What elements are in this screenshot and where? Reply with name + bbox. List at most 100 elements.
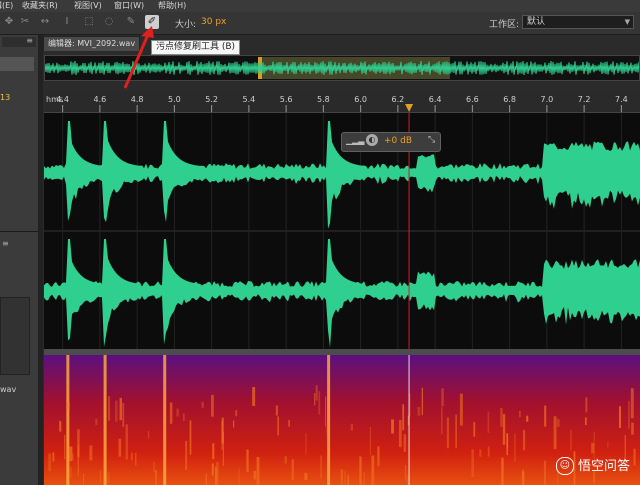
spectral-energy	[291, 459, 294, 480]
spectral-energy	[95, 418, 98, 426]
panel-search-field[interactable]	[0, 57, 34, 71]
spectral-energy	[502, 414, 506, 445]
spectral-energy	[585, 397, 588, 413]
overview-strip[interactable]	[44, 55, 640, 81]
ruler-tick-label: 6.4	[429, 95, 442, 104]
spectral-energy	[501, 457, 504, 485]
watermark-logo-icon: ☺	[555, 457, 574, 475]
spectral-energy	[210, 394, 214, 417]
move-tool-icon[interactable]: ✥	[2, 15, 16, 29]
spectral-energy	[152, 461, 156, 473]
ruler-tick-label: 7.2	[578, 95, 591, 104]
panel-collapse-icon[interactable]: ≡	[2, 239, 9, 248]
ruler-tick-label: 7.4	[615, 95, 628, 104]
ruler-tick-label: 4.8	[131, 95, 144, 104]
spectral-energy	[523, 429, 526, 451]
volume-meter-icon: ▁▂▃	[346, 136, 365, 145]
spectral-energy	[83, 473, 85, 485]
spectral-energy	[68, 466, 72, 478]
spectral-energy	[521, 471, 525, 485]
spectral-energy	[288, 419, 290, 427]
spectral-energy	[183, 413, 185, 422]
size-value[interactable]: 30 px	[201, 17, 226, 27]
spectral-energy	[326, 425, 328, 438]
spectral-energy	[232, 420, 235, 428]
spectral-energy	[253, 470, 257, 480]
volume-knob-icon[interactable]: ◐	[366, 134, 378, 146]
razor-tool-icon[interactable]: ✂	[18, 15, 32, 29]
spectral-energy	[519, 410, 521, 418]
file-item-name[interactable]: wav	[0, 385, 16, 394]
menu-window[interactable]: 窗口(W)	[114, 0, 144, 11]
spectral-energy	[131, 452, 133, 461]
volume-hud[interactable]: ▁▂▃ ◐ +0 dB ⤡	[341, 132, 441, 152]
spectral-energy	[506, 433, 509, 456]
spectral-energy	[67, 402, 70, 410]
spectral-energy	[421, 387, 423, 416]
panel-splitter[interactable]	[38, 35, 43, 485]
spectral-energy	[185, 440, 188, 470]
spectral-energy	[404, 464, 407, 481]
marquee-tool-icon[interactable]: ⬚	[82, 15, 96, 29]
spectral-transient	[66, 355, 70, 485]
spectral-energy	[212, 443, 215, 460]
spectral-energy	[471, 449, 474, 477]
chevron-down-icon: ▼	[624, 18, 630, 26]
workspace-value: 默认	[527, 17, 546, 27]
overview-waveform	[45, 57, 639, 79]
spectral-energy	[514, 433, 516, 462]
spectral-energy	[398, 420, 402, 448]
menu-help[interactable]: 帮助(H)	[158, 0, 186, 11]
time-selection-tool-icon[interactable]: I	[60, 15, 74, 29]
time-ruler[interactable]: hms 4.4 4.6 4.8 5.0 5.2 5.4 5.6 5.8 6.0 6.2 6.4 6.6…	[44, 92, 640, 113]
spectral-energy	[591, 442, 595, 454]
spectral-view[interactable]	[44, 355, 640, 485]
ruler-tick-label: 6.2	[392, 95, 405, 104]
waveform-channel-right	[44, 239, 640, 348]
menu-view[interactable]: 视图(V)	[74, 0, 102, 11]
spectral-energy	[205, 473, 207, 485]
lasso-tool-icon[interactable]: ◌	[102, 15, 116, 29]
spectral-energy	[320, 455, 322, 480]
playhead-marker[interactable]	[405, 104, 414, 112]
slip-tool-icon[interactable]: ↔	[38, 15, 52, 29]
spectral-energy	[189, 420, 192, 455]
spectral-energy	[340, 469, 343, 485]
ruler-tick-label: 6.0	[354, 95, 367, 104]
spectral-energy	[314, 393, 316, 406]
spectral-energy	[473, 422, 476, 437]
panel-divider	[0, 231, 38, 232]
spot-healing-brush-icon[interactable]: ✐	[145, 15, 159, 29]
spectral-energy	[446, 417, 449, 449]
ruler-tick-label: 5.2	[205, 95, 218, 104]
spectral-energy	[441, 388, 444, 407]
spectral-energy	[211, 463, 214, 476]
spectral-energy	[607, 441, 609, 448]
spectral-energy	[570, 429, 572, 451]
menu-favorites[interactable]: 收藏夹(R)	[22, 0, 58, 11]
ruler-tick-label: 4.4	[56, 95, 69, 104]
spectral-energy	[628, 401, 630, 429]
spectral-energy	[371, 455, 375, 485]
spectral-energy	[363, 472, 365, 485]
panel-menu-icon[interactable]: ≡	[26, 36, 33, 45]
spectral-energy	[277, 416, 279, 436]
panel-header: ≡	[2, 36, 36, 47]
volume-value[interactable]: +0 dB	[384, 136, 412, 146]
spectral-transient	[163, 355, 167, 485]
spectral-energy	[391, 419, 394, 434]
spectral-energy	[147, 430, 150, 439]
spectral-energy	[631, 422, 634, 435]
spectral-energy	[406, 474, 409, 485]
brush-tool-icon[interactable]: ✎	[124, 15, 138, 29]
pin-icon[interactable]: ⤡	[428, 135, 435, 145]
file-list[interactable]	[0, 297, 30, 375]
spectral-energy	[71, 453, 74, 460]
spectral-energy	[284, 456, 287, 464]
editor-tab[interactable]: 编辑器: MVI_2092.wav	[43, 36, 141, 51]
spectral-energy	[526, 415, 529, 422]
panel-value: 13	[0, 93, 11, 102]
menu-edit[interactable]: 编辑(E)	[0, 0, 13, 11]
workspace-select[interactable]: 默认 ▼	[522, 15, 634, 29]
watermark-text: 悟空问答	[577, 458, 630, 474]
